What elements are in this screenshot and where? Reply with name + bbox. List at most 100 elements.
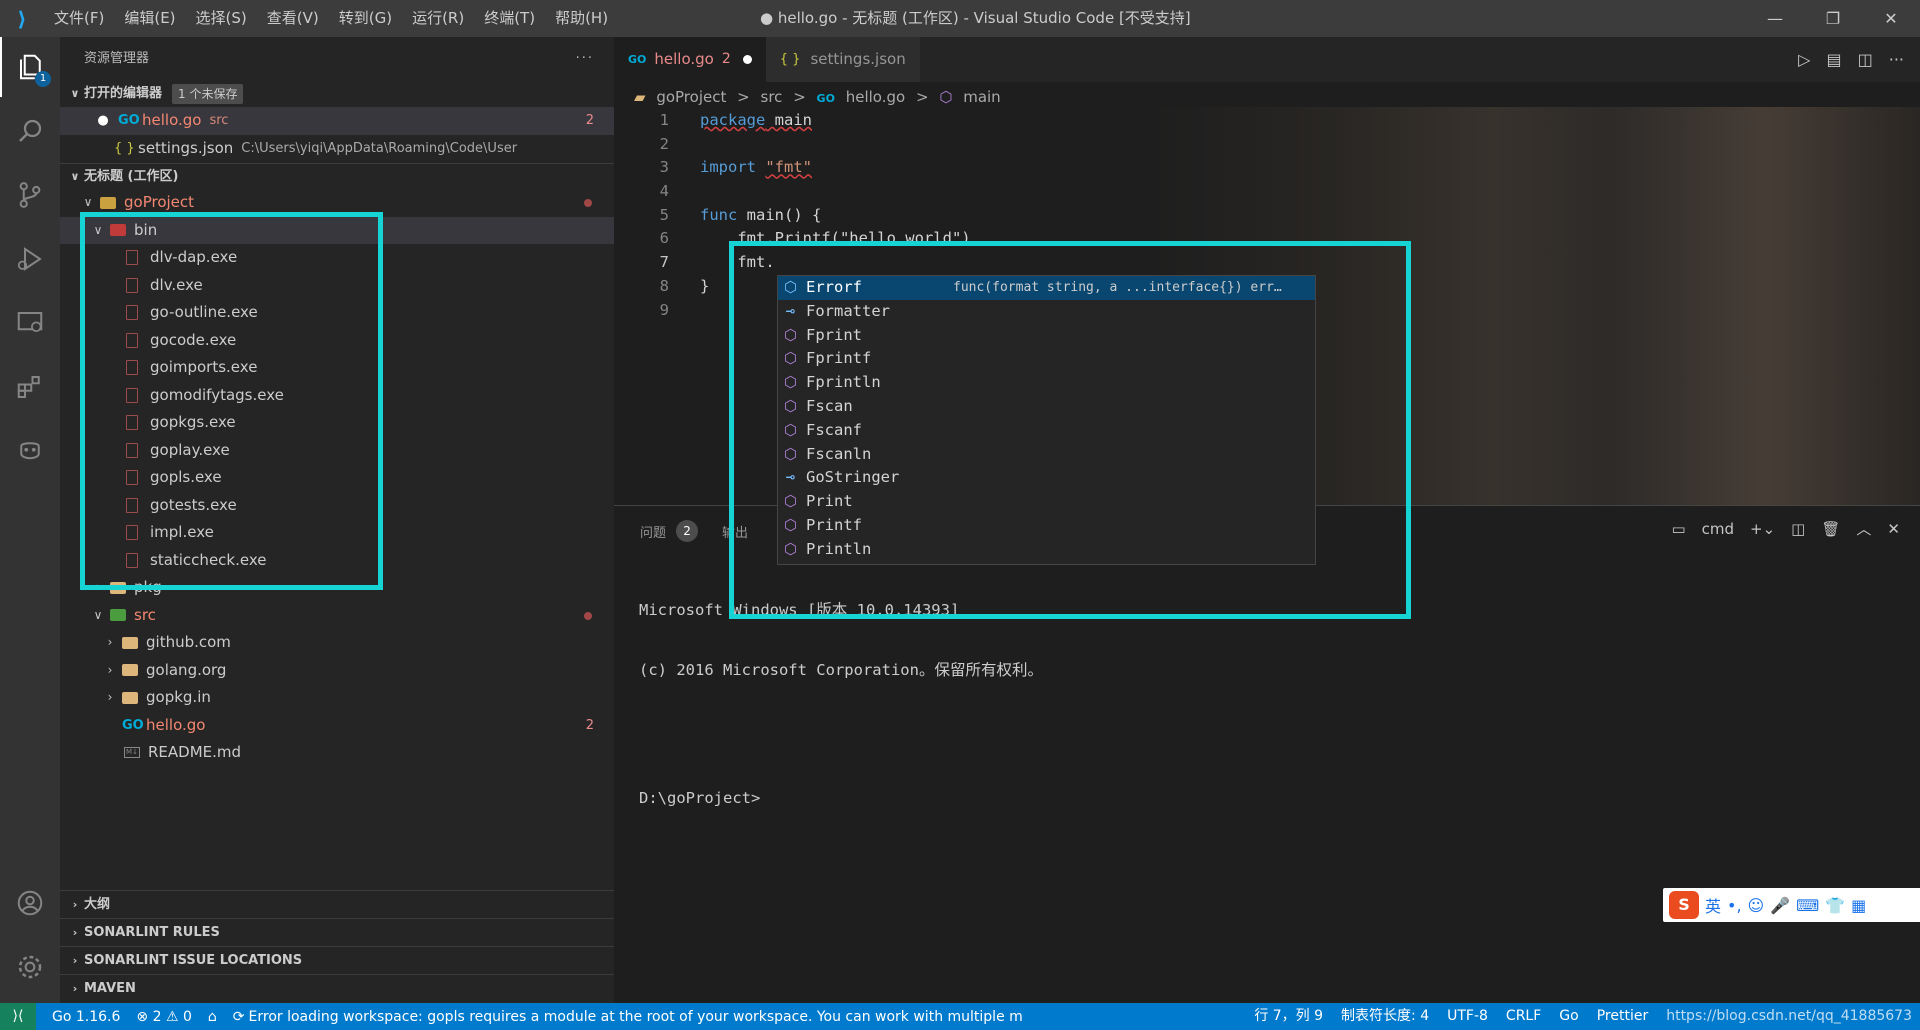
line-ending[interactable]: CRLF <box>1506 1003 1541 1030</box>
menu-selection[interactable]: 选择(S) <box>186 0 257 37</box>
open-editors-label: 打开的编辑器 <box>84 86 163 101</box>
outline-section[interactable]: › 大纲 <box>60 890 614 918</box>
cursor-position[interactable]: 行 7，列 9 <box>1254 1003 1323 1030</box>
unsaved-dot-icon[interactable] <box>742 55 752 64</box>
search-activity[interactable] <box>0 101 60 161</box>
folder-gopkg[interactable]: › gopkg.in <box>60 684 614 712</box>
explorer-activity[interactable]: 1 <box>0 37 60 97</box>
run-icon[interactable]: ▷ <box>1798 50 1810 69</box>
file-hello-go[interactable]: GO hello.go 2 <box>60 712 614 740</box>
go-version[interactable]: Go 1.16.6 <box>52 1009 120 1025</box>
breadcrumb-separator: > <box>793 88 806 106</box>
maximize-button[interactable]: ❐ <box>1804 0 1862 37</box>
accounts-activity[interactable] <box>0 873 60 933</box>
ime-mode[interactable]: 英 <box>1705 893 1721 917</box>
code-line: 3 import "fmt" <box>614 156 1920 180</box>
tab-label: hello.go <box>654 50 714 68</box>
test-activity[interactable] <box>0 421 60 481</box>
code-token: main <box>765 111 812 129</box>
minimize-button[interactable]: — <box>1746 0 1804 37</box>
prettier-status[interactable]: Prettier <box>1597 1003 1649 1030</box>
menu-bar: 文件(F) 编辑(E) 选择(S) 查看(V) 转到(G) 运行(R) 终端(T… <box>44 0 618 37</box>
remote-explorer-activity[interactable] <box>0 293 60 353</box>
error-count: 2 <box>152 1008 162 1025</box>
open-editor-hello[interactable]: ● GO hello.go src 2 <box>60 107 614 135</box>
keyboard-icon[interactable]: ⌨ <box>1796 896 1819 915</box>
folder-icon: ▰ <box>634 88 646 106</box>
extensions-activity[interactable] <box>0 357 60 417</box>
line-number: 3 <box>659 158 669 177</box>
vscode-window: ⟩ 文件(F) 编辑(E) 选择(S) 查看(V) 转到(G) 运行(R) 终端… <box>0 0 1920 1030</box>
toolbox-icon[interactable]: ▦ <box>1851 896 1866 915</box>
skin-icon[interactable]: 👕 <box>1825 896 1845 915</box>
sonarlint-issues-section[interactable]: › SONARLINT ISSUE LOCATIONS <box>60 946 614 974</box>
breadcrumb-item[interactable]: main <box>963 88 1000 106</box>
sonarlint-rules-section[interactable]: › SONARLINT RULES <box>60 918 614 946</box>
editor-tabs: GO hello.go 2 { } settings.json ▷ ▤ ◫ ··… <box>614 37 1920 82</box>
ime-toolbar[interactable]: S 英 •, ☺ 🎤 ⌨ 👕 ▦ <box>1663 888 1920 922</box>
breadcrumb-item[interactable]: hello.go <box>846 88 905 106</box>
open-editor-name: settings.json <box>138 138 234 157</box>
warning-count: 0 <box>182 1008 192 1025</box>
language-mode[interactable]: Go <box>1559 1003 1578 1030</box>
tab-problems[interactable]: 问题 <box>640 522 666 541</box>
trash-icon[interactable]: 🗑 <box>1821 520 1840 538</box>
source-control-activity[interactable] <box>0 165 60 225</box>
run-debug-activity[interactable] <box>0 229 60 289</box>
close-window-button[interactable]: ✕ <box>1862 0 1920 37</box>
tab-settings-json[interactable]: { } settings.json <box>765 37 920 82</box>
remote-icon[interactable]: ⟩⟨ <box>0 1003 36 1030</box>
line-text: package main <box>700 109 812 133</box>
new-terminal-icon[interactable]: +⌄ <box>1750 520 1775 538</box>
file-readme[interactable]: M↓ README.md <box>60 739 614 767</box>
folder-github[interactable]: › github.com <box>60 629 614 657</box>
menu-go[interactable]: 转到(G) <box>329 0 402 37</box>
menu-edit[interactable]: 编辑(E) <box>114 0 185 37</box>
maven-section[interactable]: › MAVEN <box>60 974 614 1002</box>
microphone-icon[interactable]: 🎤 <box>1770 896 1790 915</box>
chevron-right-icon: › <box>72 897 78 911</box>
problems-status[interactable]: ⊗ 2 ⚠ 0 <box>136 1009 191 1025</box>
maximize-panel-icon[interactable]: ︿ <box>1856 518 1871 539</box>
breadcrumb-item[interactable]: goProject <box>656 88 726 106</box>
manage-activity[interactable] <box>0 937 60 997</box>
open-preview-icon[interactable]: ▤ <box>1826 50 1841 69</box>
code-line: 2 <box>614 133 1920 157</box>
tab-size[interactable]: 制表符长度: 4 <box>1341 1003 1429 1030</box>
line-number: 8 <box>659 276 669 295</box>
keyword: package <box>700 111 766 129</box>
folder-src[interactable]: ∨ src <box>60 602 614 630</box>
line-number: 4 <box>659 182 669 201</box>
split-terminal-icon[interactable]: ◫ <box>1791 520 1805 538</box>
split-editor-icon[interactable]: ◫ <box>1858 50 1873 69</box>
markdown-file-icon: M↓ <box>124 747 140 759</box>
folder-golang[interactable]: › golang.org <box>60 657 614 685</box>
menu-file[interactable]: 文件(F) <box>44 0 114 37</box>
emoji-icon[interactable]: ☺ <box>1748 896 1765 915</box>
keyword: import <box>700 158 756 177</box>
robot-icon <box>20 442 40 460</box>
menu-view[interactable]: 查看(V) <box>257 0 329 37</box>
open-editors-header[interactable]: ∨ 打开的编辑器 1 个未保存 <box>60 81 614 107</box>
menu-help[interactable]: 帮助(H) <box>545 0 618 37</box>
tab-hello-go[interactable]: GO hello.go 2 <box>614 37 766 82</box>
punctuation-icon[interactable]: •, <box>1727 896 1742 915</box>
more-actions-icon[interactable]: ··· <box>576 37 594 81</box>
home-icon[interactable]: ⌂ <box>208 1009 217 1025</box>
menu-run[interactable]: 运行(R) <box>402 0 474 37</box>
status-bar: ⟩⟨ Go 1.16.6 ⊗ 2 ⚠ 0 ⌂ ⟳ Error loading w… <box>0 1003 1920 1030</box>
go-file-icon: GO <box>118 113 140 128</box>
terminal-selector[interactable]: cmd <box>1702 520 1734 538</box>
status-message[interactable]: Error loading workspace: gopls requires … <box>249 1009 1023 1025</box>
more-actions-icon[interactable]: ··· <box>1889 50 1904 69</box>
open-editor-settings[interactable]: { } settings.json C:\Users\yiqi\AppData\… <box>60 135 614 163</box>
close-panel-icon[interactable]: ✕ <box>1887 520 1900 538</box>
terminal-line: D:\goProject> <box>639 789 761 807</box>
line-number: 9 <box>659 300 669 319</box>
encoding[interactable]: UTF-8 <box>1447 1003 1488 1030</box>
breadcrumb-item[interactable]: src <box>761 88 783 106</box>
workspace-header[interactable]: ∨ 无标题 (工作区) <box>60 163 614 189</box>
vscode-logo-icon: ⟩ <box>17 6 27 31</box>
unsaved-dot-icon: ● <box>97 113 109 128</box>
menu-terminal[interactable]: 终端(T) <box>474 0 545 37</box>
